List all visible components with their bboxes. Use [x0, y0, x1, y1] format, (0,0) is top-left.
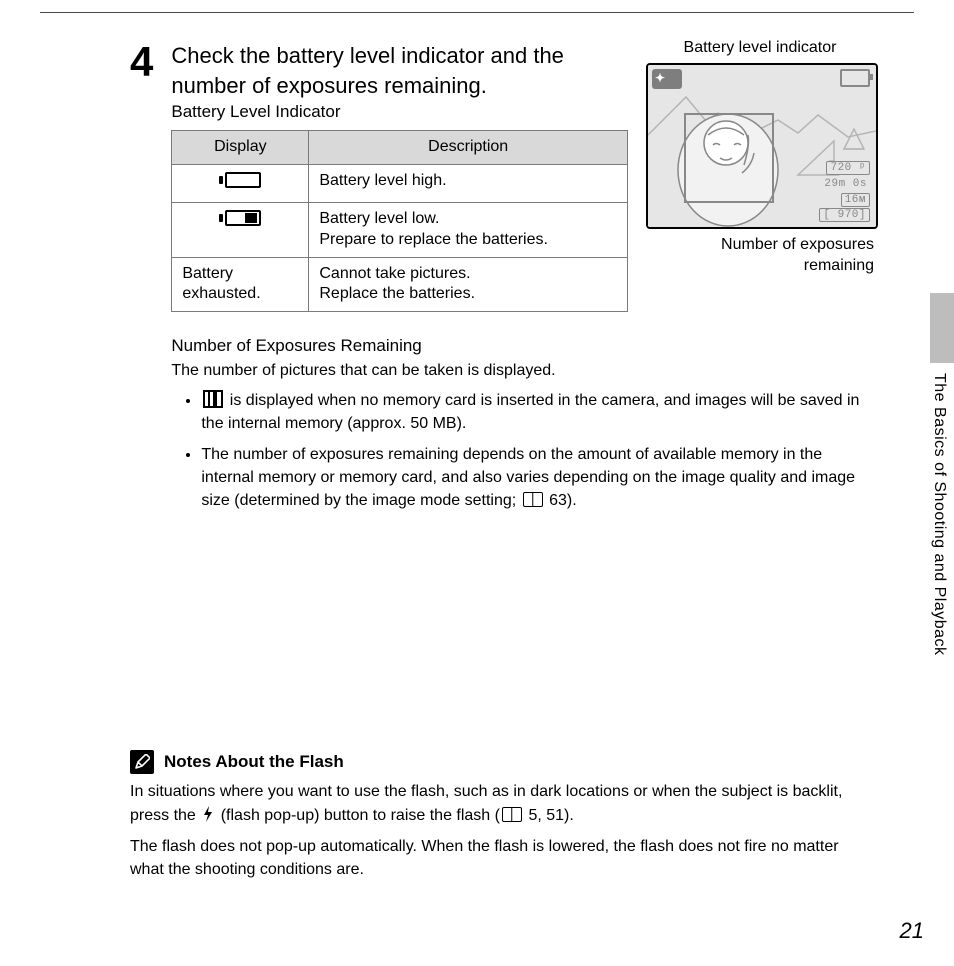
col-description: Description	[309, 131, 628, 165]
pencil-icon	[130, 750, 154, 774]
battery-low-icon	[219, 209, 261, 227]
desc-line: Cannot take pictures.	[319, 265, 470, 282]
list-item: is displayed when no memory card is inse…	[201, 389, 874, 435]
cell-description: Battery level high.	[309, 165, 628, 203]
manual-page: The Basics of Shooting and Playback 4 Ch…	[40, 12, 914, 954]
af-area-bracket	[684, 113, 774, 203]
disp-line: Battery	[182, 265, 233, 282]
lcd-top-caption: Battery level indicator	[646, 39, 874, 57]
desc-line: Prepare to replace the batteries.	[319, 231, 548, 248]
step-number: 4	[130, 41, 153, 83]
battery-subhead: Battery Level Indicator	[171, 102, 628, 122]
scene-mode-badge: ✦	[655, 71, 665, 85]
exposures-remaining-count: [ 970]	[819, 208, 870, 222]
page-number: 21	[900, 918, 924, 944]
section-tab	[930, 293, 954, 363]
video-resolution-badge: 720 ᵖ	[826, 161, 870, 175]
step-body: Check the battery level indicator and th…	[171, 35, 874, 520]
cell-description: Battery level low. Prepare to replace th…	[309, 202, 628, 257]
notes-paragraph: In situations where you want to use the …	[130, 780, 874, 828]
notes-title: Notes About the Flash	[164, 752, 344, 772]
step-4: 4 Check the battery level indicator and …	[130, 35, 874, 520]
page-ref-icon	[523, 492, 543, 507]
cell-display: Battery exhausted.	[172, 257, 309, 312]
exposures-subhead: Number of Exposures Remaining	[171, 336, 874, 356]
table-header-row: Display Description	[172, 131, 628, 165]
step-title: Check the battery level indicator and th…	[171, 41, 628, 100]
bullet-text: is displayed when no memory card is inse…	[201, 392, 859, 432]
col-display: Display	[172, 131, 309, 165]
notes-section: Notes About the Flash In situations wher…	[130, 750, 874, 881]
cell-display	[172, 165, 309, 203]
caption-line: remaining	[804, 257, 874, 274]
exposures-intro: The number of pictures that can be taken…	[171, 360, 874, 382]
step-title-line1: Check the battery level indicator and th…	[171, 43, 564, 68]
notes-paragraph: The flash does not pop-up automatically.…	[130, 835, 874, 881]
table-row: Battery exhausted. Cannot take pictures.…	[172, 257, 628, 312]
notes-heading: Notes About the Flash	[130, 750, 874, 774]
disp-line: exhausted.	[182, 285, 260, 302]
cell-display	[172, 202, 309, 257]
exposures-bullets: is displayed when no memory card is inse…	[171, 389, 874, 513]
left-column: Check the battery level indicator and th…	[171, 35, 628, 312]
lcd-preview: ✦ 720 ᵖ 29m 0s 16ᴍ [ 970]	[646, 63, 878, 229]
section-title-vertical: The Basics of Shooting and Playback	[930, 373, 948, 656]
recording-time-remaining: 29m 0s	[821, 178, 870, 190]
notes-text: (flash pop-up) button to raise the flash…	[216, 807, 500, 824]
desc-line: Replace the batteries.	[319, 285, 475, 302]
cell-description: Cannot take pictures. Replace the batter…	[309, 257, 628, 312]
battery-indicator-icon	[840, 69, 870, 87]
lcd-preview-wrap: Battery level indicator	[646, 39, 874, 277]
page-refs: 5, 51).	[528, 807, 573, 824]
list-item: The number of exposures remaining depend…	[201, 443, 874, 513]
page-ref-icon	[502, 807, 522, 822]
desc-line: Battery level low.	[319, 210, 439, 227]
image-size-badge: 16ᴍ	[841, 193, 870, 207]
battery-level-table: Display Description Battery level high.	[171, 130, 628, 312]
right-column: Battery level indicator	[646, 35, 874, 277]
step-title-line2: number of exposures remaining.	[171, 73, 487, 98]
internal-memory-icon	[203, 390, 223, 408]
flash-icon	[202, 806, 214, 829]
lcd-bottom-caption: Number of exposures remaining	[646, 235, 874, 277]
caption-line: Number of exposures	[721, 236, 874, 253]
step-columns: Check the battery level indicator and th…	[171, 35, 874, 312]
page-ref: 63).	[549, 492, 577, 509]
battery-high-icon	[219, 171, 261, 189]
table-row: Battery level low. Prepare to replace th…	[172, 202, 628, 257]
table-row: Battery level high.	[172, 165, 628, 203]
